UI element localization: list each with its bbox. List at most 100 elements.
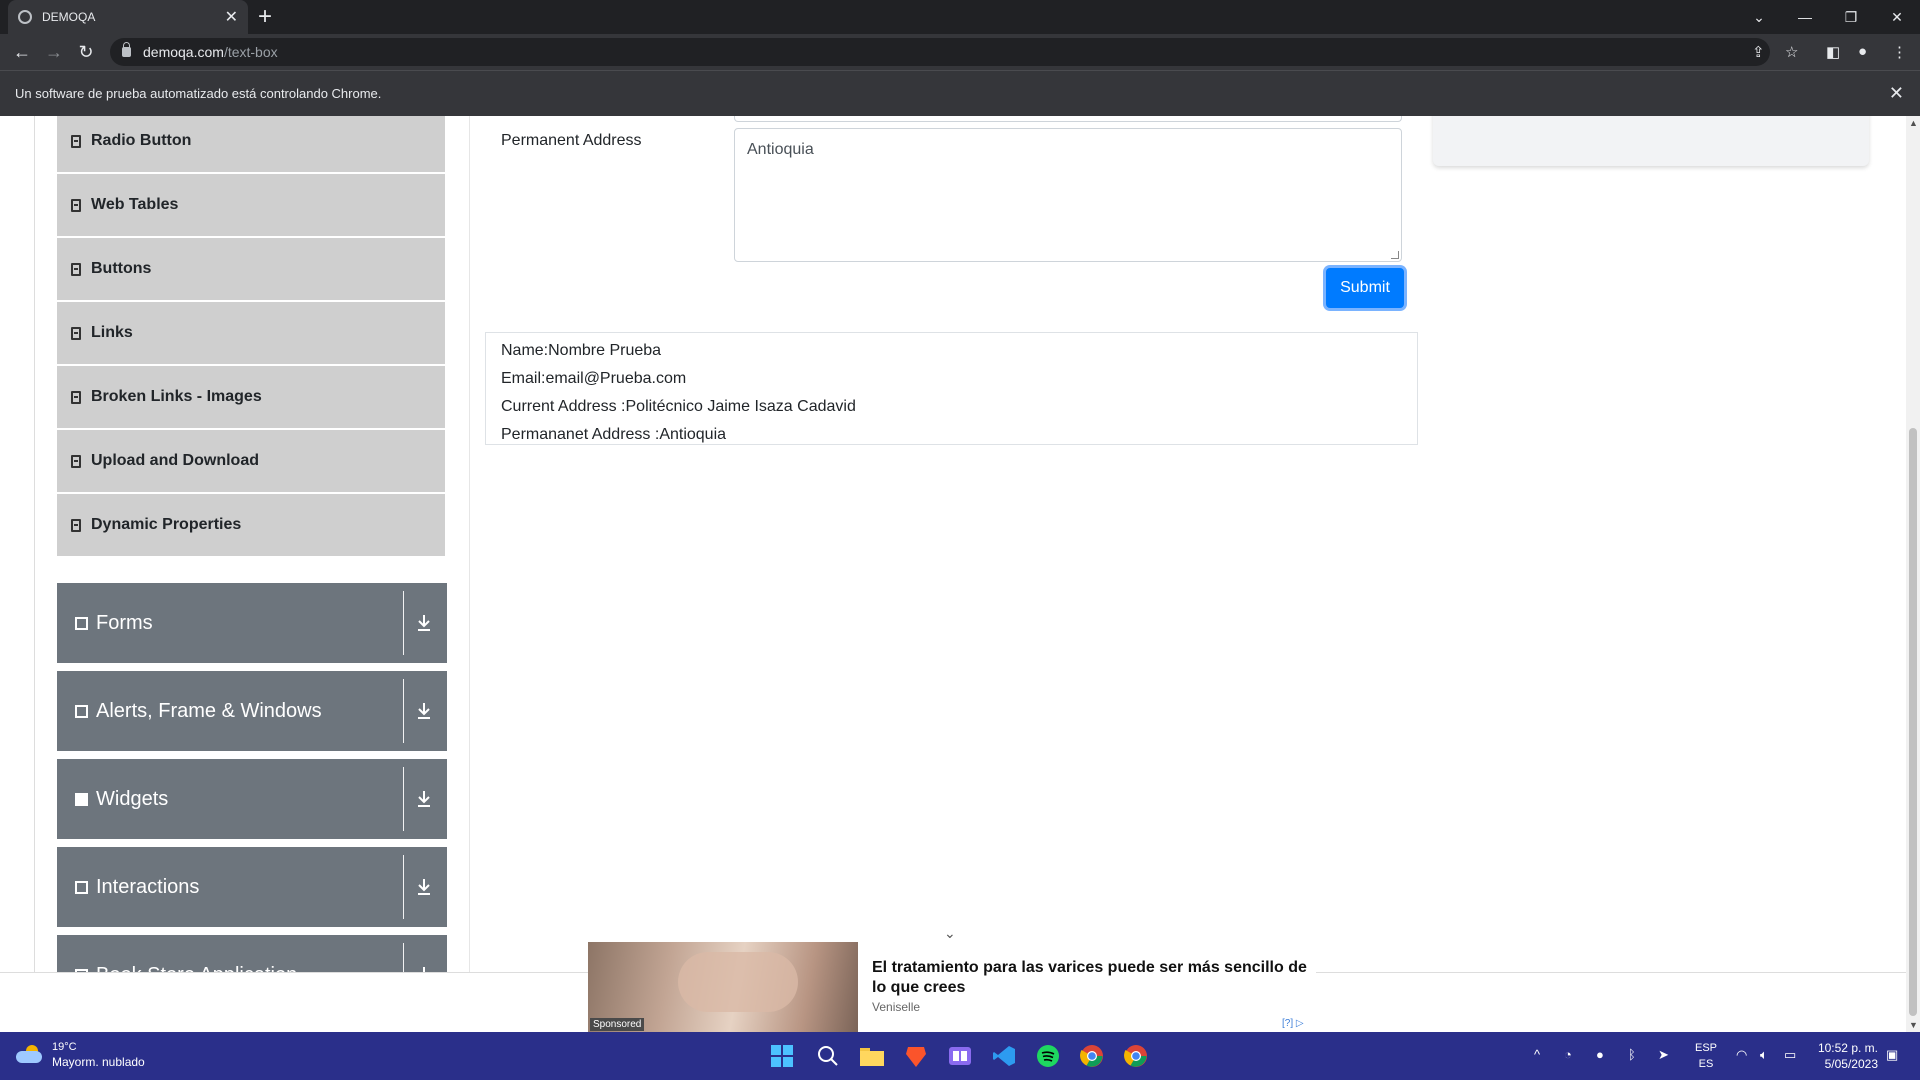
group-interactions[interactable]: Interactions [57, 847, 447, 927]
notification-icon[interactable]: ▣ [1886, 1047, 1898, 1063]
left-sidebar: Radio Button Web Tables Buttons Links Br… [34, 116, 470, 972]
page-content: Radio Button Web Tables Buttons Links Br… [0, 116, 1906, 972]
url-text: demoqa.com/text-box [143, 44, 278, 60]
tray-weather-icon[interactable]: ● [1596, 1047, 1604, 1062]
forms-icon [75, 616, 88, 630]
output-permanent-address: Permananet Address :Antioquia [501, 426, 727, 443]
lock-icon [122, 42, 131, 57]
sidebar-item-label: Web Tables [91, 196, 179, 213]
location-icon[interactable]: ➤ [1658, 1047, 1669, 1063]
weather-widget[interactable]: 19°C Mayorm. nublado [16, 1040, 145, 1070]
group-label: Widgets [96, 787, 169, 810]
globe-icon [18, 10, 32, 24]
share-icon[interactable]: ⇪ [1752, 43, 1765, 61]
spotify-icon[interactable] [1032, 1040, 1064, 1072]
forward-arrow-icon[interactable]: → [42, 40, 66, 64]
system-clock[interactable]: 10:52 p. m. 5/05/2023 [1808, 1040, 1878, 1072]
sidebar-item-label: Buttons [91, 260, 152, 277]
wifi-icon[interactable]: ◠ [1736, 1047, 1747, 1063]
submit-button[interactable]: Submit [1326, 268, 1404, 308]
ad-image: Sponsored [588, 942, 858, 1032]
widgets-grid-icon [75, 792, 88, 806]
tab-close-button[interactable]: ✕ [225, 7, 238, 27]
document-icon [71, 390, 81, 404]
tray-app-icon[interactable]: ◔ [1564, 1047, 1572, 1062]
browser-tab[interactable]: DEMOQA ✕ [8, 0, 248, 34]
document-icon [71, 326, 81, 340]
bluetooth-icon[interactable]: ᛒ [1628, 1047, 1636, 1062]
download-arrow-icon [418, 703, 430, 719]
sidebar-item-links[interactable]: Links [57, 302, 445, 364]
weather-condition: Mayorm. nublado [52, 1055, 145, 1069]
group-forms[interactable]: Forms [57, 583, 447, 663]
weather-temperature: 19°C [52, 1041, 77, 1053]
document-icon [71, 134, 81, 148]
browser-tab-strip: DEMOQA ✕ + ⌄ — ❐ ✕ [0, 0, 1920, 34]
search-icon[interactable] [812, 1040, 844, 1072]
document-icon [71, 262, 81, 276]
current-address-textarea-bottom[interactable] [734, 116, 1402, 122]
sidebar-item-radio-button[interactable]: Radio Button [57, 116, 445, 172]
group-alerts-frame-windows[interactable]: Alerts, Frame & Windows [57, 671, 447, 751]
infobar-close-button[interactable]: ✕ [1889, 83, 1904, 104]
right-ad-banner[interactable] [1433, 116, 1869, 166]
back-arrow-icon[interactable]: ← [10, 40, 34, 64]
permanent-address-textarea[interactable]: Antioquia [734, 128, 1402, 262]
sidebar-item-upload-download[interactable]: Upload and Download [57, 430, 445, 492]
vscode-icon[interactable] [988, 1040, 1020, 1072]
scroll-up-arrow-icon[interactable]: ▲ [1909, 118, 1918, 128]
sidebar-item-dynamic-properties[interactable]: Dynamic Properties [57, 494, 445, 556]
browser-toolbar: ← → ↻ demoqa.com/text-box ⇪ ☆ ◧ ● ⋮ [0, 34, 1920, 70]
sidebar-item-label: Links [91, 324, 133, 341]
tab-search-icon[interactable]: ⌄ [1736, 0, 1782, 34]
sidebar-item-label: Upload and Download [91, 452, 259, 469]
page-scrollbar[interactable]: ▲ ▼ [1906, 116, 1920, 1032]
sidebar-item-web-tables[interactable]: Web Tables [57, 174, 445, 236]
download-arrow-icon [418, 879, 430, 895]
sidebar-item-broken-links[interactable]: Broken Links - Images [57, 366, 445, 428]
group-widgets[interactable]: Widgets [57, 759, 447, 839]
scroll-down-arrow-icon[interactable]: ▼ [1909, 1020, 1918, 1030]
ad-collapse-chevron-icon[interactable]: ⌄ [944, 925, 956, 942]
ad-info-icon[interactable]: [?] ▷ [1282, 1018, 1304, 1029]
minimize-button[interactable]: — [1782, 0, 1828, 34]
profile-icon[interactable]: ● [1858, 43, 1867, 60]
language-indicator[interactable]: ESP ES [1692, 1040, 1720, 1072]
address-bar[interactable]: demoqa.com/text-box [110, 38, 1770, 66]
file-explorer-icon[interactable] [856, 1040, 888, 1072]
sponsored-ad[interactable]: Sponsored El tratamiento para las varice… [588, 942, 1316, 1032]
ad-title[interactable]: El tratamiento para las varices puede se… [872, 958, 1312, 998]
document-icon [71, 198, 81, 212]
ad-sponsored-label: Sponsored [590, 1018, 645, 1031]
tab-title: DEMOQA [42, 10, 96, 24]
new-tab-button[interactable]: + [258, 3, 272, 31]
group-label: Alerts, Frame & Windows [96, 699, 322, 722]
side-panel-icon[interactable]: ◧ [1826, 43, 1840, 61]
brave-browser-icon[interactable] [900, 1040, 932, 1072]
ad-brand: Veniselle [872, 1000, 921, 1014]
window-icon [75, 704, 88, 718]
chrome-icon[interactable] [1076, 1040, 1108, 1072]
sidebar-item-buttons[interactable]: Buttons [57, 238, 445, 300]
group-label: Book Store Application [96, 964, 297, 973]
reload-icon[interactable]: ↻ [74, 40, 98, 64]
bookmark-star-icon[interactable]: ☆ [1785, 43, 1798, 61]
close-window-button[interactable]: ✕ [1874, 0, 1920, 34]
app-icon[interactable] [944, 1040, 976, 1072]
tray-chevron-up-icon[interactable]: ^ [1534, 1047, 1540, 1062]
restore-button[interactable]: ❐ [1828, 0, 1874, 34]
resize-handle-icon[interactable] [1391, 251, 1399, 259]
menu-kebab-icon[interactable]: ⋮ [1892, 43, 1907, 61]
group-book-store-application[interactable]: Book Store Application [57, 935, 447, 972]
permanent-address-label: Permanent Address [501, 132, 642, 149]
volume-icon[interactable]: 🔈︎ [1760, 1047, 1768, 1063]
scrollbar-thumb[interactable] [1909, 428, 1917, 1016]
output-email: Email:email@Prueba.com [501, 370, 687, 387]
automation-infobar: Un software de prueba automatizado está … [0, 70, 1920, 116]
windows-taskbar: 19°C Mayorm. nublado ^ ◔ ● ᛒ ➤ ESP ES ◠ … [0, 1032, 1920, 1080]
download-arrow-icon [423, 967, 425, 972]
start-windows-icon[interactable] [766, 1040, 798, 1072]
sidebar-item-label: Dynamic Properties [91, 516, 242, 533]
chrome-icon[interactable] [1120, 1040, 1152, 1072]
battery-icon[interactable]: ▭ [1784, 1047, 1796, 1063]
